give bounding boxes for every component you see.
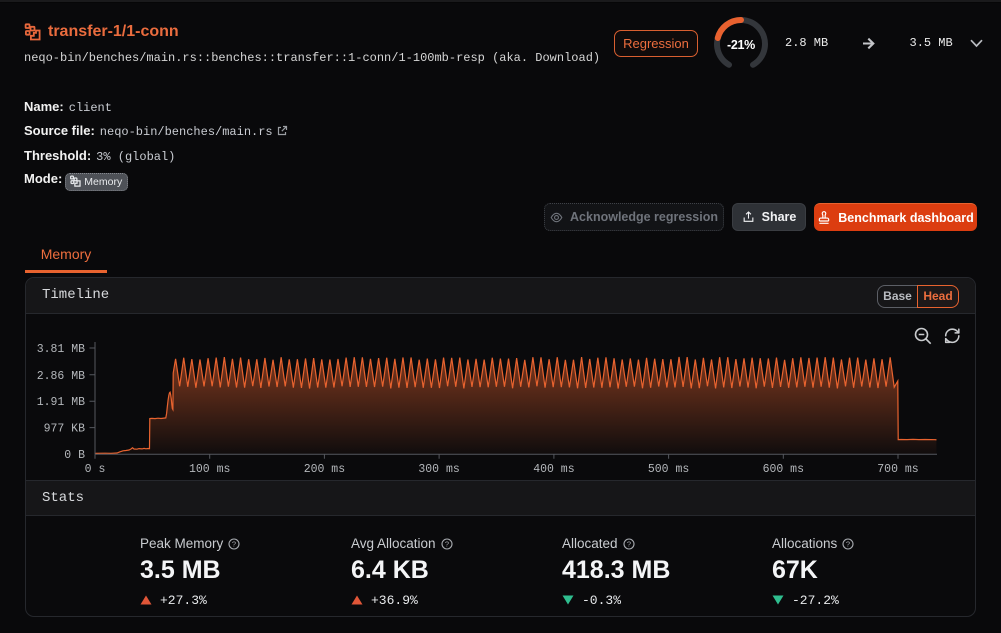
svg-text:?: ? [846, 540, 850, 549]
svg-text:0 B: 0 B [64, 449, 85, 462]
svg-text:100 ms: 100 ms [189, 463, 230, 476]
svg-text:977 KB: 977 KB [44, 423, 86, 436]
svg-text:400 ms: 400 ms [533, 463, 574, 476]
svg-text:200 ms: 200 ms [304, 463, 345, 476]
svg-text:500 ms: 500 ms [648, 463, 689, 476]
svg-text:0 s: 0 s [85, 463, 106, 476]
svg-text:1.91 MB: 1.91 MB [37, 396, 85, 409]
svg-text:600 ms: 600 ms [763, 463, 804, 476]
svg-text:2.86 MB: 2.86 MB [37, 370, 85, 383]
svg-text:?: ? [444, 540, 448, 549]
svg-text:?: ? [232, 540, 236, 549]
svg-text:?: ? [626, 540, 630, 549]
svg-text:300 ms: 300 ms [418, 463, 459, 476]
svg-text:3.81 MB: 3.81 MB [37, 343, 85, 356]
svg-text:700 ms: 700 ms [877, 463, 918, 476]
